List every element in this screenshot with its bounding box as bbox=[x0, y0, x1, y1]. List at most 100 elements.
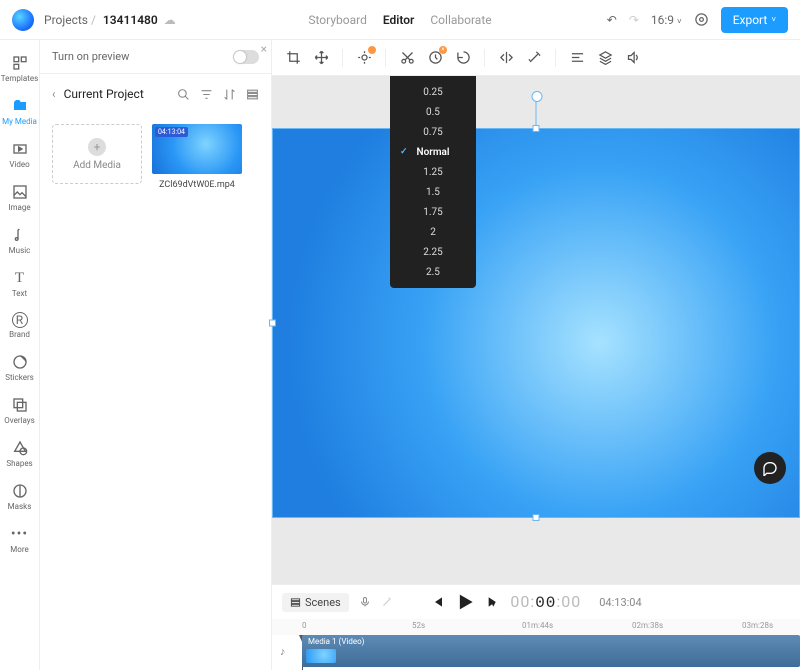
brand-icon: R bbox=[12, 312, 28, 328]
app-logo[interactable] bbox=[12, 9, 34, 31]
back-icon[interactable]: ‹ bbox=[52, 87, 56, 101]
align-icon[interactable] bbox=[566, 47, 588, 69]
track-mute-icon[interactable]: ♪ bbox=[280, 645, 286, 658]
breadcrumb: Projects / 13411480 bbox=[44, 13, 158, 27]
overlays-icon bbox=[11, 396, 29, 414]
speed-option[interactable]: 0.25 bbox=[390, 82, 476, 102]
adjust-icon[interactable] bbox=[353, 47, 375, 69]
canvas-area: 0.25 0.5 0.75 Normal 1.25 1.5 1.75 2 2.2… bbox=[272, 76, 800, 584]
move-icon[interactable] bbox=[310, 47, 332, 69]
more-icon: ••• bbox=[11, 525, 29, 543]
prev-icon[interactable] bbox=[430, 595, 444, 609]
left-rail: Templates My Media Video Image Music TTe… bbox=[0, 40, 40, 670]
rail-shapes[interactable]: Shapes bbox=[0, 433, 40, 474]
text-icon: T bbox=[11, 269, 29, 287]
cloud-sync-icon[interactable]: ☁ bbox=[164, 13, 176, 27]
tab-collaborate[interactable]: Collaborate bbox=[430, 13, 491, 27]
duration-label: 04:13:04 bbox=[599, 596, 641, 609]
speed-option-selected[interactable]: Normal bbox=[390, 142, 476, 162]
folder-icon bbox=[11, 97, 29, 115]
crop-icon[interactable] bbox=[282, 47, 304, 69]
stickers-icon bbox=[11, 353, 29, 371]
rotate-icon[interactable] bbox=[452, 47, 474, 69]
rail-more[interactable]: •••More bbox=[0, 519, 40, 560]
resize-handle-bottom[interactable] bbox=[533, 514, 540, 521]
media-panel: × Turn on preview ‹ Current Project + Ad… bbox=[40, 40, 272, 670]
add-media-button[interactable]: + Add Media bbox=[52, 124, 142, 184]
canvas-toolbar: × bbox=[272, 40, 800, 76]
export-button[interactable]: Export˅ bbox=[721, 7, 788, 33]
video-canvas[interactable] bbox=[272, 128, 800, 518]
search-icon[interactable] bbox=[177, 88, 190, 101]
speed-icon[interactable]: × bbox=[424, 47, 446, 69]
rail-music[interactable]: Music bbox=[0, 220, 40, 261]
layers-icon[interactable] bbox=[594, 47, 616, 69]
rotate-handle[interactable] bbox=[536, 99, 537, 125]
speed-option[interactable]: 2.25 bbox=[390, 242, 476, 262]
flip-icon[interactable] bbox=[495, 47, 517, 69]
play-icon[interactable] bbox=[454, 591, 476, 613]
media-thumbnail[interactable]: 04:13:04 ZCl69dVtW0E.mp4 bbox=[152, 124, 242, 190]
rail-templates[interactable]: Templates bbox=[0, 48, 40, 89]
rail-brand[interactable]: RBrand bbox=[0, 306, 40, 345]
preview-toggle[interactable] bbox=[233, 50, 259, 64]
speed-option[interactable]: 0.5 bbox=[390, 102, 476, 122]
mic-icon[interactable] bbox=[359, 596, 371, 608]
image-icon bbox=[11, 183, 29, 201]
rail-video[interactable]: Video bbox=[0, 134, 40, 175]
magic-icon[interactable] bbox=[523, 47, 545, 69]
marker-icon[interactable] bbox=[381, 596, 393, 608]
settings-icon[interactable] bbox=[694, 12, 709, 27]
current-time: 00:00:0000:00 bbox=[510, 592, 581, 612]
shapes-icon bbox=[11, 439, 29, 457]
tab-editor[interactable]: Editor bbox=[383, 13, 415, 27]
timeline-clip-thumb bbox=[306, 649, 336, 663]
rail-masks[interactable]: Masks bbox=[0, 476, 40, 517]
tab-storyboard[interactable]: Storyboard bbox=[308, 13, 366, 27]
close-panel-icon[interactable]: × bbox=[261, 42, 267, 56]
music-icon bbox=[11, 226, 29, 244]
volume-icon[interactable] bbox=[622, 47, 644, 69]
speed-dropdown: 0.25 0.5 0.75 Normal 1.25 1.5 1.75 2 2.2… bbox=[390, 76, 476, 288]
preview-label: Turn on preview bbox=[52, 50, 129, 63]
mode-tabs: Storyboard Editor Collaborate bbox=[308, 13, 491, 27]
video-icon bbox=[11, 140, 29, 158]
speed-option[interactable]: 1.5 bbox=[390, 182, 476, 202]
resize-handle-left[interactable] bbox=[269, 320, 276, 327]
timeline: Scenes 00:00:0000:00 04:13:04 0 52s 01m:… bbox=[272, 584, 800, 670]
track-label: Media 1 (Video) bbox=[308, 637, 364, 646]
aspect-ratio-select[interactable]: 16:9 ˅ bbox=[651, 13, 682, 27]
duration-badge: 04:13:04 bbox=[155, 127, 188, 137]
clip-filename: ZCl69dVtW0E.mp4 bbox=[159, 180, 235, 190]
undo-icon[interactable]: ↶ bbox=[607, 13, 617, 27]
projects-link[interactable]: Projects bbox=[44, 13, 88, 27]
chat-fab[interactable] bbox=[754, 452, 786, 484]
speed-option[interactable]: 0.75 bbox=[390, 122, 476, 142]
top-bar: Projects / 13411480 ☁ Storyboard Editor … bbox=[0, 0, 800, 40]
sort-icon[interactable] bbox=[223, 88, 236, 101]
view-icon[interactable] bbox=[246, 88, 259, 101]
timeline-track[interactable]: Media 1 (Video) bbox=[302, 635, 800, 667]
project-title: Current Project bbox=[64, 87, 144, 101]
masks-icon bbox=[11, 482, 29, 500]
rail-text[interactable]: TText bbox=[0, 263, 40, 304]
rail-overlays[interactable]: Overlays bbox=[0, 390, 40, 431]
resize-handle-top[interactable] bbox=[533, 125, 540, 132]
templates-icon bbox=[11, 54, 29, 72]
scenes-button[interactable]: Scenes bbox=[282, 593, 349, 612]
speed-option[interactable]: 2.5 bbox=[390, 262, 476, 282]
rail-image[interactable]: Image bbox=[0, 177, 40, 218]
timeline-ruler[interactable]: 0 52s 01m:44s 02m:38s 03m:28s bbox=[272, 619, 800, 635]
speed-option[interactable]: 2 bbox=[390, 222, 476, 242]
speed-option[interactable]: 1.25 bbox=[390, 162, 476, 182]
plus-icon: + bbox=[88, 138, 106, 156]
rail-my-media[interactable]: My Media bbox=[0, 91, 40, 132]
redo-icon[interactable]: ↷ bbox=[629, 13, 639, 27]
next-icon[interactable] bbox=[486, 595, 500, 609]
rail-stickers[interactable]: Stickers bbox=[0, 347, 40, 388]
project-id[interactable]: 13411480 bbox=[103, 13, 158, 27]
speed-option[interactable]: 1.75 bbox=[390, 202, 476, 222]
speed-badge: × bbox=[439, 46, 447, 54]
cut-icon[interactable] bbox=[396, 47, 418, 69]
filter-icon[interactable] bbox=[200, 88, 213, 101]
